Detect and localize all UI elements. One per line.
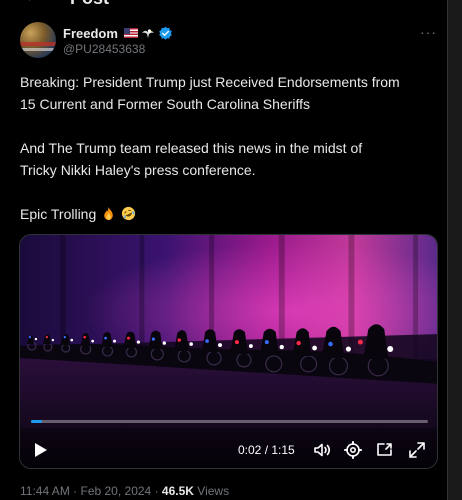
tweet-line: Tricky Nikki Haley's press conference. bbox=[20, 162, 256, 178]
post-metadata: 11:44 AM · Feb 20, 2024 · 46.5K Views bbox=[20, 484, 229, 498]
eagle-icon bbox=[141, 29, 154, 38]
meta-separator: · bbox=[73, 484, 78, 498]
scrollbar[interactable] bbox=[447, 0, 462, 500]
volume-icon[interactable] bbox=[312, 440, 332, 460]
tweet-line-last: Epic Trolling bbox=[20, 203, 440, 225]
fire-emoji bbox=[104, 206, 113, 221]
video-player[interactable]: 0:02 / 1:15 bbox=[19, 234, 438, 469]
post-date[interactable]: Feb 20, 2024 bbox=[81, 484, 152, 498]
tweet-text: Breaking: President Trump just Received … bbox=[20, 71, 440, 225]
author-name-row: Freedom bbox=[63, 25, 173, 41]
post-time[interactable]: 11:44 AM bbox=[20, 484, 70, 498]
tweet-line: Epic Trolling bbox=[20, 206, 97, 222]
picture-in-picture-icon[interactable] bbox=[375, 440, 395, 460]
rofl-emoji bbox=[121, 206, 136, 221]
tweet-line: And The Trump team released this news in… bbox=[20, 140, 363, 156]
meta-separator: · bbox=[154, 484, 159, 498]
settings-gear-icon[interactable] bbox=[343, 440, 363, 460]
tweet-line: 15 Current and Former South Carolina She… bbox=[20, 96, 310, 112]
video-progress-bar[interactable] bbox=[31, 420, 428, 423]
page-title: Post bbox=[70, 0, 109, 9]
tweet-line: Breaking: President Trump just Received … bbox=[20, 74, 400, 90]
views-label: Views bbox=[197, 484, 230, 498]
more-dots-icon[interactable]: ··· bbox=[420, 24, 437, 40]
video-frame[interactable] bbox=[20, 235, 437, 468]
verified-badge-icon[interactable] bbox=[158, 26, 173, 41]
views-count: 46.5K bbox=[161, 484, 194, 498]
author-handle[interactable]: @PU28453638 bbox=[63, 42, 145, 56]
post-detail-column: ← Post Freedom @PU28453638 ··· Breaking:… bbox=[0, 0, 447, 500]
post-header: ← Post bbox=[0, 0, 447, 8]
avatar[interactable] bbox=[20, 22, 56, 58]
fullscreen-icon[interactable] bbox=[407, 440, 427, 460]
video-progress-fill bbox=[31, 420, 42, 423]
author-display-name[interactable]: Freedom bbox=[63, 26, 118, 41]
arrow-left-icon[interactable]: ← bbox=[24, 0, 40, 6]
video-time-display: 0:02 / 1:15 bbox=[238, 443, 295, 457]
play-icon[interactable] bbox=[32, 441, 50, 459]
us-flag-icon bbox=[123, 28, 138, 38]
